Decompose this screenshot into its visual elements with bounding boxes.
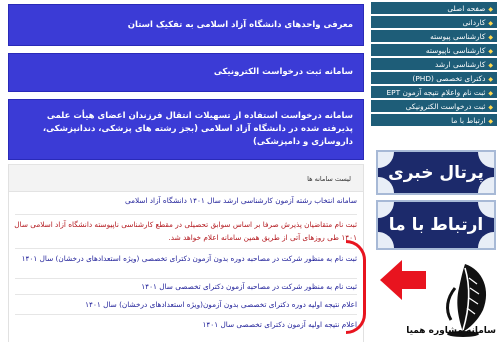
bullet-icon: ◆ <box>488 20 493 27</box>
sidebar-menu: ◆صفحه اصلی ◆کاردانی ◆کارشناسی پیوسته ◆کا… <box>371 2 497 146</box>
red-arrow-icon <box>380 260 426 300</box>
sidebar-item-bachelor-continuous[interactable]: ◆کارشناسی پیوسته <box>371 30 497 43</box>
sidebar-item-phd[interactable]: ◆دکترای تخصصی (PHD) <box>371 72 497 85</box>
sidebar-item-label: ثبت درخواست الکترونیکی <box>405 102 486 111</box>
sidebar-item-associate[interactable]: ◆کاردانی <box>371 16 497 29</box>
bullet-icon: ◆ <box>488 118 493 125</box>
sidebar-item-label: کارشناسی ارشد <box>434 60 486 69</box>
divider <box>15 248 357 249</box>
news-link-phd-interview[interactable]: ثبت نام به منظور شرکت در مصاحبه آزمون دک… <box>11 280 357 293</box>
sidebar-item-contact[interactable]: ◆ارتباط با ما <box>371 114 497 127</box>
sidebar-item-ept[interactable]: ◆ثبت نام واعلام نتیجه آزمون EPT <box>371 86 497 99</box>
sites-list-header: لیست سامانه ها <box>9 164 363 192</box>
news-notice-bachelor-admission: ثبت نام متقاضیان پذیرش صرفا بر اساس سواب… <box>14 220 357 242</box>
logo-label: سامانه مشاوره همیا <box>406 326 496 336</box>
sidebar-item-label: کارشناسی ناپیوسته <box>425 46 486 55</box>
link-box-transfer-facilities[interactable]: سامانه درخواست استفاده از تسهیلات انتقال… <box>8 99 364 160</box>
link-box-electronic-request[interactable]: سامانه ثبت درخواست الکترونیکی <box>8 53 364 92</box>
sites-list-panel: لیست سامانه ها سامانه انتخاب رشته آزمون … <box>8 164 364 342</box>
link-box-university-units[interactable]: معرفی واحدهای دانشگاه آزاد اسلامی به تفک… <box>8 4 364 46</box>
sites-list-title: لیست سامانه ها <box>307 175 351 183</box>
divider <box>15 278 357 279</box>
bullet-icon: ◆ <box>488 90 493 97</box>
sidebar-item-label: دکترای تخصصی (PHD) <box>412 74 486 83</box>
link-box-label: سامانه درخواست استفاده از تسهیلات انتقال… <box>42 111 353 147</box>
news-link-phd-result[interactable]: اعلام نتیجه اولیه آزمون دکترای تخصصی سال… <box>11 318 357 331</box>
contact-label: ارتباط با ما <box>388 215 484 235</box>
news-portal-banner[interactable]: پرتال خبری <box>376 150 496 195</box>
bullet-icon: ◆ <box>488 104 493 111</box>
bullet-icon: ◆ <box>488 76 493 83</box>
sidebar-item-bachelor-discontinuous[interactable]: ◆کارشناسی ناپیوسته <box>371 44 497 57</box>
news-link-phd-talent-result[interactable]: اعلام نتیجه اولیه دوره دکترای تخصصی بدون… <box>11 298 357 311</box>
link-box-label: سامانه ثبت درخواست الکترونیکی <box>213 67 353 77</box>
sidebar-item-label: ثبت نام واعلام نتیجه آزمون EPT <box>386 88 486 97</box>
divider <box>15 314 357 315</box>
sidebar-item-label: ارتباط با ما <box>451 116 486 125</box>
news-link-phd-talent-interview[interactable]: ثبت نام به منظور شرکت در مصاحبه دوره بدو… <box>11 252 357 265</box>
sidebar-item-label: کارشناسی پیوسته <box>430 32 486 41</box>
bullet-icon: ◆ <box>488 48 493 55</box>
bullet-icon: ◆ <box>488 62 493 69</box>
highlight-bracket <box>346 240 366 334</box>
news-link-masters-selection[interactable]: سامانه انتخاب رشته آزمون کارشناسی ارشد س… <box>11 194 357 207</box>
sidebar-item-label: صفحه اصلی <box>447 4 486 13</box>
divider <box>15 214 357 215</box>
bullet-icon: ◆ <box>488 34 493 41</box>
sidebar-item-label: کاردانی <box>462 18 486 27</box>
sidebar-item-electronic-request[interactable]: ◆ثبت درخواست الکترونیکی <box>371 100 497 113</box>
contact-banner[interactable]: ارتباط با ما <box>376 200 496 250</box>
link-box-label: معرفی واحدهای دانشگاه آزاد اسلامی به تفک… <box>127 19 353 30</box>
divider <box>15 294 357 295</box>
sidebar-item-home[interactable]: ◆صفحه اصلی <box>371 2 497 15</box>
sidebar-item-masters[interactable]: ◆کارشناسی ارشد <box>371 58 497 71</box>
news-portal-label: پرتال خبری <box>388 162 484 183</box>
bullet-icon: ◆ <box>488 6 493 13</box>
